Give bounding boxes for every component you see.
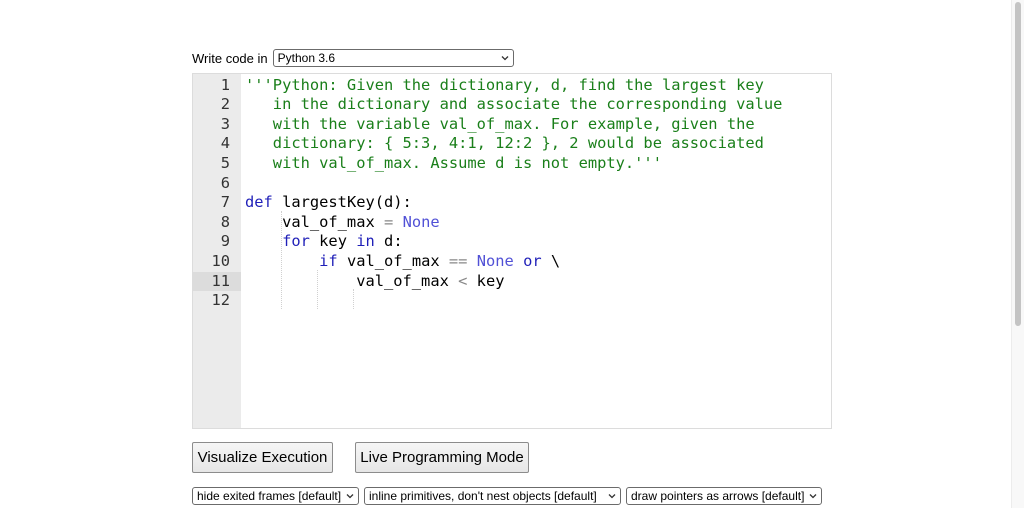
visualize-execution-button[interactable]: Visualize Execution bbox=[192, 442, 333, 473]
code-token: val_of_max bbox=[245, 212, 384, 231]
options-bar: hide exited frames [default] inline prim… bbox=[0, 487, 1024, 505]
code-token: key bbox=[467, 271, 505, 290]
pointers-option-select[interactable]: draw pointers as arrows [default] bbox=[626, 487, 822, 505]
line-number-gutter: 1 2 3 4 5 6 7 8 9 10 11 12 bbox=[193, 74, 241, 428]
language-select[interactable]: Python 3.6 bbox=[272, 49, 514, 67]
code-token: if bbox=[319, 251, 338, 270]
line-number: 6 bbox=[220, 173, 230, 192]
code-line: val_of_max = None bbox=[245, 213, 440, 233]
code-line: for key in d: bbox=[245, 232, 403, 252]
line-number: 1 bbox=[220, 75, 230, 94]
line-number: 2 bbox=[220, 95, 230, 114]
line-number: 3 bbox=[220, 114, 230, 133]
code-line: in the dictionary and associate the corr… bbox=[245, 95, 783, 115]
line-number: 8 bbox=[220, 212, 230, 231]
indent-guide bbox=[353, 289, 354, 309]
line-number: 7 bbox=[220, 193, 230, 212]
code-token: None bbox=[476, 251, 514, 270]
code-token: def bbox=[245, 193, 273, 212]
code-token: val_of_max bbox=[245, 271, 459, 290]
chevron-down-icon bbox=[346, 494, 354, 499]
code-token: for bbox=[282, 232, 310, 251]
primitives-option-select[interactable]: inline primitives, don't nest objects [d… bbox=[364, 487, 621, 505]
code-line: with the variable val_of_max. For exampl… bbox=[245, 115, 755, 135]
code-token: in bbox=[356, 232, 375, 251]
code-token: with the variable val_of_max. For exampl… bbox=[245, 114, 755, 133]
code-token: = bbox=[384, 212, 394, 231]
code-area[interactable]: '''Python: Given the dictionary, d, find… bbox=[245, 74, 831, 428]
code-token: '''Python: Given the dictionary, d, find… bbox=[245, 75, 764, 94]
line-number: 9 bbox=[220, 232, 230, 251]
code-line: '''Python: Given the dictionary, d, find… bbox=[245, 76, 764, 96]
code-line: with val_of_max. Assume d is not empty.'… bbox=[245, 154, 662, 174]
code-token: or bbox=[523, 251, 542, 270]
code-token: == bbox=[448, 251, 468, 270]
line-number: 5 bbox=[220, 153, 230, 172]
code-token: < bbox=[458, 271, 468, 290]
code-token: val_of_max bbox=[337, 251, 449, 270]
line-number: 12 bbox=[211, 291, 230, 310]
page-scrollbar[interactable] bbox=[1011, 0, 1024, 508]
code-token: dictionary: { 5:3, 4:1, 12:2 }, 2 would … bbox=[245, 134, 764, 153]
chevron-down-icon bbox=[501, 56, 509, 61]
live-programming-mode-button[interactable]: Live Programming Mode bbox=[355, 442, 529, 473]
scrollbar-thumb[interactable] bbox=[1015, 2, 1021, 326]
language-select-value: Python 3.6 bbox=[277, 51, 336, 65]
code-token: \ bbox=[541, 251, 561, 270]
code-line: val_of_max < key bbox=[245, 272, 504, 292]
code-token: largestKey(d): bbox=[272, 193, 412, 212]
frames-option-select[interactable]: hide exited frames [default] bbox=[192, 487, 359, 505]
code-line: dictionary: { 5:3, 4:1, 12:2 }, 2 would … bbox=[245, 134, 764, 154]
line-number: 4 bbox=[220, 134, 230, 153]
code-editor[interactable]: 1 2 3 4 5 6 7 8 9 10 11 12 '''Python: Given the dic… bbox=[192, 73, 832, 429]
code-token: key bbox=[309, 232, 357, 251]
code-token: in the dictionary and associate the corr… bbox=[245, 95, 783, 114]
code-token: d: bbox=[374, 232, 403, 251]
pointers-option-value: draw pointers as arrows [default] bbox=[631, 489, 805, 503]
code-token: with val_of_max. Assume d is not empty.'… bbox=[245, 153, 662, 172]
line-number: 11 bbox=[193, 271, 241, 292]
chevron-down-icon bbox=[608, 494, 616, 499]
language-bar: Write code in Python 3.6 bbox=[192, 48, 514, 68]
chevron-down-icon bbox=[809, 494, 817, 499]
write-code-label: Write code in bbox=[192, 50, 268, 66]
line-number: 10 bbox=[211, 251, 230, 270]
code-token: None bbox=[402, 212, 440, 231]
code-line: if val_of_max == None or \ bbox=[245, 252, 560, 272]
code-line: def largestKey(d): bbox=[245, 193, 412, 213]
primitives-option-value: inline primitives, don't nest objects [d… bbox=[369, 489, 597, 503]
frames-option-value: hide exited frames [default] bbox=[197, 489, 342, 503]
